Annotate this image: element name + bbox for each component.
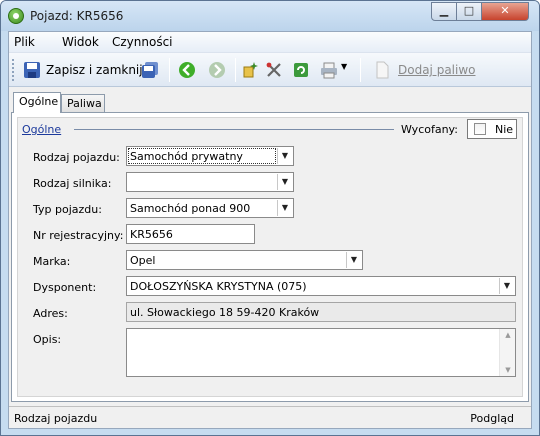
reg-no-label: Nr rejestracyjny:: [33, 229, 124, 242]
address-label: Adres:: [33, 307, 68, 320]
scroll-down-icon[interactable]: ▼: [500, 366, 516, 374]
tab-general[interactable]: Ogólne: [13, 92, 61, 113]
notes-scrollbar[interactable]: ▲ ▼: [499, 329, 515, 376]
minimize-button[interactable]: ▁: [431, 2, 457, 21]
save-copy-icon[interactable]: [141, 61, 159, 79]
add-fuel-button[interactable]: Dodaj paliwo: [373, 61, 483, 79]
refresh-icon[interactable]: [292, 61, 310, 79]
save-close-button[interactable]: Zapisz i zamknij: [23, 61, 155, 79]
vehicle-kind-select[interactable]: Samochód prywatny ▼: [126, 146, 294, 166]
tab-fuels[interactable]: Paliwa: [61, 94, 105, 112]
status-field-hint: Rodzaj pojazdu: [14, 412, 98, 425]
address-field: ul. Słowackiego 18 59-420 Kraków: [126, 302, 516, 322]
engine-kind-select[interactable]: ▼: [126, 172, 294, 192]
vehicle-type-select[interactable]: Samochód ponad 900 ▼: [126, 198, 294, 218]
withdrawn-checkbox[interactable]: Nie: [467, 119, 517, 139]
notes-label: Opis:: [33, 333, 62, 346]
chevron-down-icon[interactable]: ▼: [277, 148, 292, 164]
back-icon[interactable]: [178, 61, 196, 79]
reg-no-field[interactable]: KR5656: [126, 224, 255, 244]
dispatcher-value: DOŁOSZYŃSKA KRYSTYNA (075): [130, 280, 307, 293]
app-icon: [8, 8, 24, 24]
menu-bar: Plik Widok Czynności: [9, 32, 531, 53]
chevron-down-icon[interactable]: ▼: [499, 278, 514, 294]
chevron-down-icon[interactable]: ▼: [277, 200, 292, 216]
chevron-down-icon[interactable]: ▼: [341, 62, 347, 71]
vehicle-kind-value: Samochód prywatny: [128, 148, 276, 164]
tab-panel: Ogólne Wycofany: Nie Rodzaj pojazdu: Sam…: [11, 112, 529, 402]
window-title: Pojazd: KR5656: [30, 9, 124, 23]
close-button[interactable]: ✕: [482, 2, 529, 21]
vehicle-kind-label: Rodzaj pojazdu:: [33, 151, 120, 164]
toolbar: Zapisz i zamknij ▼ Dodaj paliwo: [9, 53, 531, 87]
scroll-up-icon[interactable]: ▲: [500, 331, 516, 339]
make-label: Marka:: [33, 255, 71, 268]
window-client-area: Plik Widok Czynności Zapisz i zamknij ▼: [8, 31, 532, 429]
engine-kind-label: Rodzaj silnika:: [33, 177, 112, 190]
tab-strip: Ogólne Paliwa: [9, 92, 531, 113]
withdrawn-value: Nie: [495, 123, 514, 136]
dialog-window: Pojazd: KR5656 ▁ □ ✕ Plik Widok Czynnośc…: [0, 0, 540, 436]
chevron-down-icon[interactable]: ▼: [346, 252, 361, 268]
withdrawn-label: Wycofany:: [401, 123, 458, 136]
forward-icon[interactable]: [208, 61, 226, 79]
menu-czynnosci[interactable]: Czynności: [112, 35, 173, 49]
save-close-label: Zapisz i zamknij: [46, 63, 143, 77]
menu-plik[interactable]: Plik: [14, 35, 35, 49]
toolbar-separator: [235, 58, 236, 82]
dispatcher-select[interactable]: DOŁOSZYŃSKA KRYSTYNA (075) ▼: [126, 276, 516, 296]
vehicle-type-value: Samochód ponad 900: [130, 202, 251, 215]
toolbar-grip[interactable]: [12, 59, 15, 81]
notes-textarea[interactable]: ▲ ▼: [126, 328, 516, 377]
checkbox-square[interactable]: [474, 123, 486, 135]
tools-icon[interactable]: [265, 61, 283, 79]
toolbar-separator: [360, 58, 361, 82]
status-mode: Podgląd: [470, 412, 514, 425]
chevron-down-icon[interactable]: ▼: [277, 174, 292, 190]
title-bar: Pojazd: KR5656 ▁ □ ✕: [1, 1, 539, 31]
status-bar: Rodzaj pojazdu Podgląd: [9, 406, 531, 428]
dispatcher-label: Dysponent:: [33, 281, 97, 294]
general-section: Ogólne Wycofany: Nie Rodzaj pojazdu: Sam…: [17, 117, 523, 397]
print-icon[interactable]: [320, 61, 338, 79]
make-value: Opel: [130, 254, 156, 267]
make-select[interactable]: Opel ▼: [126, 250, 363, 270]
toolbar-separator: [169, 58, 170, 82]
vehicle-type-label: Typ pojazdu:: [33, 203, 102, 216]
new-item-icon[interactable]: [242, 61, 260, 79]
add-fuel-icon: [376, 61, 389, 79]
maximize-button[interactable]: □: [457, 2, 482, 21]
save-icon: [24, 62, 40, 78]
section-title: Ogólne: [22, 123, 62, 136]
menu-widok[interactable]: Widok: [62, 35, 99, 49]
add-fuel-label: Dodaj paliwo: [398, 63, 476, 77]
section-divider: [74, 129, 394, 130]
